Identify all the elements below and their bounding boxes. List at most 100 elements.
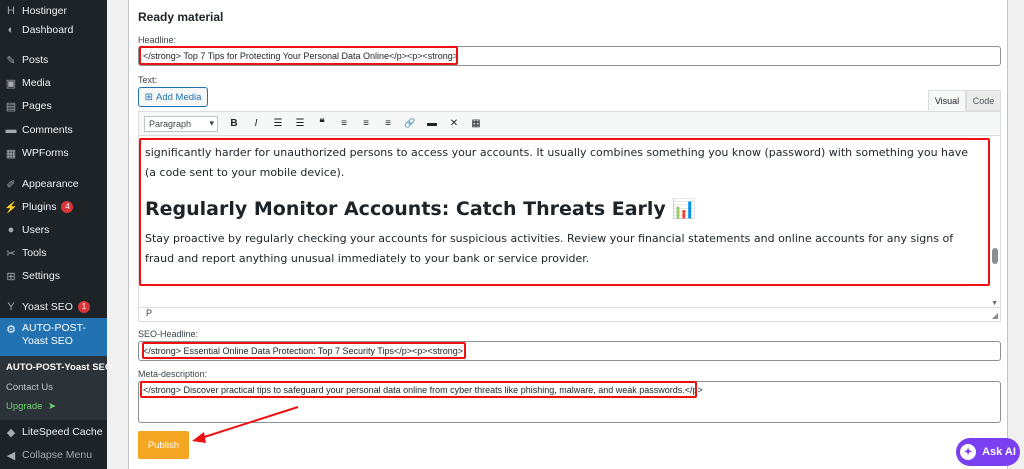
content-heading: Regularly Monitor Accounts: Catch Threat…	[145, 198, 697, 220]
dashboard-icon: ◐	[7, 24, 15, 36]
pages-icon: ▤	[5, 100, 17, 113]
bold-button[interactable]: B	[226, 116, 242, 132]
sidebar-item-yoast-seo[interactable]: Y Yoast SEO 1	[0, 296, 107, 318]
submenu-item-upgrade[interactable]: Upgrade ➤	[6, 401, 56, 412]
sidebar-item-tools[interactable]: ✂ Tools	[0, 242, 107, 264]
sidebar-item-label: Settings	[22, 270, 60, 282]
sidebar-item-label: AUTO-POST-Yoast SEO	[22, 322, 86, 347]
blockquote-button[interactable]: ❝	[314, 116, 330, 132]
sidebar-item-label: LiteSpeed Cache	[22, 426, 103, 438]
add-media-label: Add Media	[155, 91, 202, 103]
read-more-button[interactable]: ▬	[424, 116, 440, 132]
format-select[interactable]: Paragraph ▾	[144, 115, 218, 132]
sidebar-item-settings[interactable]: ⊞ Settings	[0, 265, 107, 287]
editor-statusbar: P ◢	[139, 307, 1000, 321]
sidebar-item-wpforms[interactable]: ▦ WPForms	[0, 142, 107, 164]
tab-code[interactable]: Code	[966, 90, 1001, 111]
toolbar-toggle-button[interactable]: ▦	[468, 116, 484, 132]
add-media-button[interactable]: ⊞ Add Media	[138, 87, 208, 107]
align-left-button[interactable]: ≡	[336, 116, 352, 132]
sidebar-item-comments[interactable]: ▬ Comments	[0, 119, 107, 141]
fullscreen-button[interactable]: ✕	[446, 116, 462, 132]
headline-input[interactable]: </strong> Top 7 Tips for Protecting Your…	[138, 46, 1001, 66]
sidebar-item-users[interactable]: ● Users	[0, 219, 107, 241]
wrench-icon: ✂	[6, 247, 16, 260]
sidebar-item-label: Tools	[22, 247, 47, 259]
settings-icon: ⊞	[6, 270, 16, 283]
gear-icon: ⚙	[6, 323, 16, 336]
bullet-list-button[interactable]: ☰	[270, 116, 286, 132]
admin-sidebar: H Hostinger ◐ Dashboard ✎ Posts ▣ Media …	[0, 0, 112, 469]
sidebar-item-label: Collapse Menu	[22, 449, 93, 461]
content-paragraph: Stay proactive by regularly checking you…	[145, 232, 954, 265]
align-right-button[interactable]: ≡	[380, 116, 396, 132]
section-title: Ready material	[138, 10, 224, 24]
italic-button[interactable]: I	[248, 116, 264, 132]
collapse-menu-button[interactable]: ◀ Collapse Menu	[0, 444, 107, 466]
format-select-value: Paragraph	[149, 118, 192, 129]
meta-description-label: Meta-description:	[138, 369, 208, 379]
ask-ai-button[interactable]: ✦ Ask AI	[956, 438, 1020, 466]
sidebar-item-label: WPForms	[22, 147, 69, 159]
seo-headline-input[interactable]: </strong> Essential Online Data Protecti…	[138, 341, 1001, 361]
sidebar-item-appearance[interactable]: ✐ Appearance	[0, 173, 107, 195]
sidebar-submenu: AUTO-POST-Yoast SEO Contact Us Upgrade ➤	[0, 356, 112, 420]
chevron-down-icon[interactable]: ▼	[991, 300, 998, 307]
sidebar-item-media[interactable]: ▣ Media	[0, 72, 107, 94]
align-center-button[interactable]: ≡	[358, 116, 374, 132]
resize-handle-icon[interactable]: ◢	[992, 311, 998, 320]
editor-toolbar: Paragraph ▾ B I ☰ ☰ ❝ ≡ ≡ ≡ 🔗 ▬ ✕ ▦	[139, 112, 1000, 136]
upgrade-label: Upgrade	[6, 401, 43, 412]
ask-ai-label: Ask AI	[982, 446, 1016, 458]
collapse-icon: ◀	[6, 449, 16, 462]
comment-icon: ▬	[5, 124, 17, 136]
sidebar-item-label: Yoast SEO	[22, 301, 73, 313]
meta-description-value: </strong> Discover practical tips to saf…	[143, 385, 703, 395]
scroll-thumb[interactable]	[992, 248, 998, 264]
plug-icon: ⚡	[4, 201, 18, 214]
sidebar-item-label: Users	[22, 224, 50, 236]
arrow-annotation-icon	[192, 406, 299, 443]
pin-icon: ✎	[6, 54, 16, 67]
submenu-item-auto-post[interactable]: AUTO-POST-Yoast SEO	[6, 362, 112, 373]
hostinger-icon: H	[7, 5, 15, 17]
content-paragraph: significantly harder for unauthorized pe…	[145, 146, 969, 179]
element-path[interactable]: P	[146, 308, 152, 318]
sidebar-item-posts[interactable]: ✎ Posts	[0, 49, 107, 71]
media-icon: ⊞	[144, 91, 153, 103]
notification-badge: 1	[77, 301, 90, 313]
media-icon: ▣	[5, 77, 17, 90]
editor-scrollbar[interactable]: ▼	[990, 138, 998, 308]
arrow-right-icon: ➤	[48, 401, 57, 412]
brush-icon: ✐	[6, 178, 16, 191]
headline-value: </strong> Top 7 Tips for Protecting Your…	[143, 51, 459, 61]
form-icon: ▦	[5, 147, 17, 160]
sidebar-item-label: Dashboard	[22, 24, 74, 36]
sidebar-item-label: Plugins	[22, 201, 57, 213]
link-button[interactable]: 🔗	[402, 116, 418, 132]
sidebar-item-label: Pages	[22, 100, 52, 112]
sidebar-item-pages[interactable]: ▤ Pages	[0, 95, 107, 117]
submenu-item-contact[interactable]: Contact Us	[6, 382, 53, 393]
users-icon: ●	[7, 224, 15, 236]
yoast-icon: Y	[7, 301, 15, 313]
publish-button[interactable]: Publish	[138, 431, 189, 459]
sidebar-item-label: Appearance	[22, 178, 79, 190]
sidebar-item-label: Comments	[22, 124, 73, 136]
litespeed-icon: ◆	[6, 426, 16, 439]
seo-headline-label: SEO-Headline:	[138, 329, 199, 339]
chevron-down-icon: ▾	[209, 118, 214, 128]
sidebar-item-plugins[interactable]: ⚡ Plugins 4	[0, 196, 107, 218]
tab-visual[interactable]: Visual	[928, 90, 966, 111]
sidebar-item-label: Posts	[22, 54, 49, 66]
sidebar-item-dashboard[interactable]: ◐ Dashboard	[0, 19, 107, 41]
update-count-badge: 4	[61, 201, 74, 213]
sidebar-item-litespeed[interactable]: ◆ LiteSpeed Cache	[0, 421, 107, 443]
editor-content[interactable]: significantly harder for unauthorized pe…	[139, 137, 988, 307]
sidebar-item-label: Media	[22, 77, 51, 89]
sidebar-item-auto-post[interactable]: ⚙ AUTO-POST-Yoast SEO	[0, 318, 107, 358]
content-editor[interactable]: Paragraph ▾ B I ☰ ☰ ❝ ≡ ≡ ≡ 🔗 ▬ ✕ ▦ sign…	[138, 111, 1001, 322]
numbered-list-button[interactable]: ☰	[292, 116, 308, 132]
headline-label: Headline:	[138, 35, 177, 45]
seo-headline-value: </strong> Essential Online Data Protecti…	[143, 346, 464, 356]
